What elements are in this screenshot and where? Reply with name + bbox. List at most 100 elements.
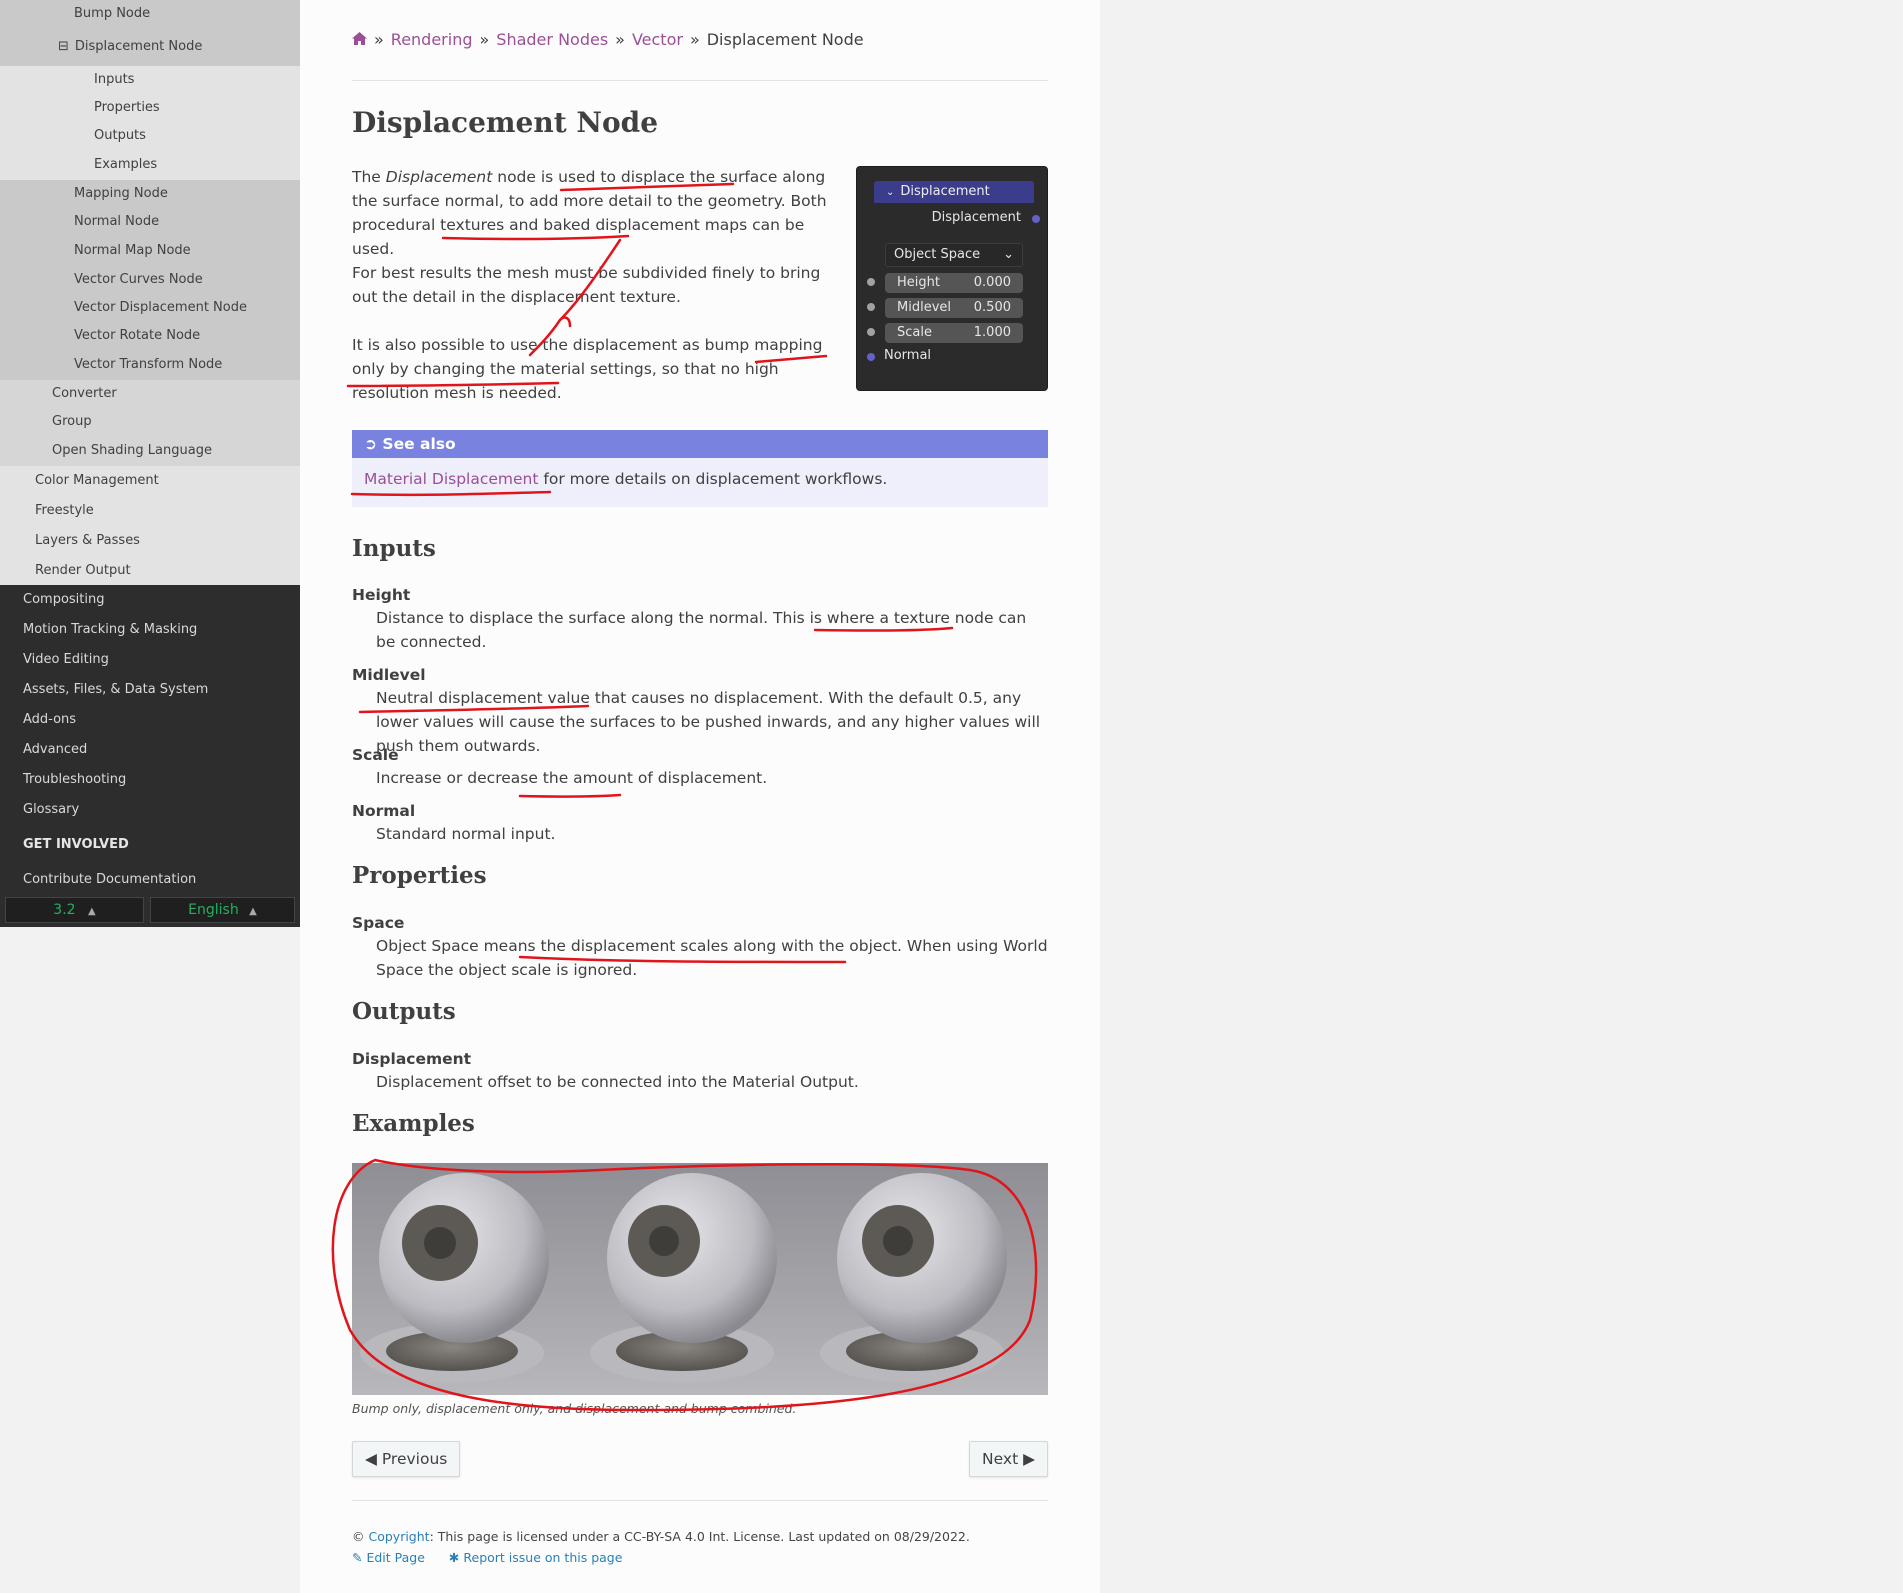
sidebar-item-label: Bump Node: [74, 6, 151, 21]
sidebar-item-label: Compositing: [23, 592, 105, 607]
sidebar-item-examples[interactable]: Examples: [0, 150, 300, 180]
midlevel-description: Neutral displacement value that causes n…: [376, 689, 1041, 755]
get-involved-heading: GET INVOLVED: [23, 837, 129, 852]
displacement-node-image: ⌄ Displacement Displacement Object Space ⌄…: [856, 166, 1048, 391]
sidebar-item-converter[interactable]: Converter: [0, 380, 300, 408]
sidebar-item-displacement-node[interactable]: ⊟ Displacement Node: [0, 28, 300, 66]
breadcrumb-shader-nodes[interactable]: Shader Nodes: [496, 30, 608, 49]
version-selector[interactable]: 3.2 ▲: [5, 897, 144, 923]
arrow-circle-right-icon: ➲: [364, 435, 377, 453]
breadcrumb-vector[interactable]: Vector: [632, 30, 683, 49]
sidebar-item-freestyle[interactable]: Freestyle: [0, 496, 300, 526]
footer-divider: [352, 1500, 1048, 1501]
sidebar-item-vector-rotate-node[interactable]: Vector Rotate Node: [0, 322, 300, 350]
height-term: Height: [352, 586, 411, 604]
main-content: » Rendering » Shader Nodes » Vector » Di…: [300, 0, 1100, 1593]
examples-render-image: [352, 1163, 1048, 1395]
sidebar-item-open-shading-language[interactable]: Open Shading Language: [0, 436, 300, 466]
displacement-term: Displacement: [352, 1050, 472, 1068]
sidebar-item-label: Video Editing: [23, 652, 109, 667]
breadcrumb-current: Displacement Node: [706, 30, 864, 49]
breadcrumb-separator: »: [615, 30, 625, 49]
sidebar-item-normal-map-node[interactable]: Normal Map Node: [0, 236, 300, 266]
displacement-description: Displacement offset to be connected into…: [376, 1073, 859, 1091]
normal-description: Standard normal input.: [376, 825, 556, 843]
sidebar-item-properties[interactable]: Properties: [0, 94, 300, 122]
sidebar-item-label: Normal Node: [74, 214, 160, 229]
sidebar-item-label: Advanced: [23, 742, 88, 757]
sidebar-item-vector-curves-node[interactable]: Vector Curves Node: [0, 266, 300, 294]
copyright-link[interactable]: Copyright: [368, 1529, 429, 1544]
sidebar-item-add-ons[interactable]: Add-ons: [0, 705, 300, 735]
footer-license: © Copyright: This page is licensed under…: [352, 1529, 970, 1544]
intro-paragraph-1: The Displacement node is used to displac…: [352, 168, 827, 258]
sidebar-nav: Bump Node ⊟ Displacement Node Inputs Propert…: [0, 0, 300, 927]
sidebar-item-label: Properties: [94, 100, 160, 115]
examples-heading: Examples: [352, 1110, 475, 1137]
caret-up-icon: ▲: [249, 906, 257, 917]
edit-page-link[interactable]: ✎ Edit Page: [352, 1550, 425, 1565]
scale-socket: [867, 328, 875, 336]
outputs-heading: Outputs: [352, 998, 456, 1025]
sidebar-item-label: Color Management: [35, 473, 159, 488]
sidebar-item-label: Vector Rotate Node: [74, 328, 201, 343]
figure-caption: Bump only, displacement only, and displa…: [352, 1401, 797, 1416]
edit-icon: ✎: [352, 1550, 363, 1565]
previous-button[interactable]: ◀ Previous: [352, 1441, 461, 1477]
sidebar-item-bump-node[interactable]: Bump Node: [0, 0, 300, 28]
sidebar-item-render-output[interactable]: Render Output: [0, 556, 300, 585]
intro-paragraph-2: For best results the mesh must be subdiv…: [352, 264, 821, 306]
page-title: Displacement Node: [352, 106, 659, 139]
sidebar-item-vector-transform-node[interactable]: Vector Transform Node: [0, 350, 300, 380]
see-also-box: ➲ See also Material Displacement for mor…: [352, 430, 1048, 507]
sidebar-item-label: Mapping Node: [74, 186, 168, 201]
spheres-illustration: [360, 1173, 1007, 1383]
breadcrumb: » Rendering » Shader Nodes » Vector » Di…: [352, 30, 864, 49]
language-selector[interactable]: English ▲: [150, 897, 295, 923]
sidebar-item-outputs[interactable]: Outputs: [0, 122, 300, 150]
properties-heading: Properties: [352, 862, 487, 889]
midlevel-term: Midlevel: [352, 666, 426, 684]
sidebar-item-label: Motion Tracking & Masking: [23, 622, 198, 637]
sidebar-item-troubleshooting[interactable]: Troubleshooting: [0, 765, 300, 795]
breadcrumb-rendering[interactable]: Rendering: [391, 30, 473, 49]
collapse-icon[interactable]: ⊟: [58, 39, 69, 54]
sidebar-item-mapping-node[interactable]: Mapping Node: [0, 180, 300, 208]
sidebar-item-label: Converter: [52, 386, 117, 401]
material-displacement-link[interactable]: Material Displacement: [364, 470, 538, 488]
sidebar-item-label: Add-ons: [23, 712, 77, 727]
breadcrumb-separator: »: [689, 30, 700, 49]
sidebar-item-assets-files-data-system[interactable]: Assets, Files, & Data System: [0, 675, 300, 705]
node-output-label: Displacement: [931, 210, 1021, 225]
sidebar-item-label: Troubleshooting: [23, 772, 127, 787]
sidebar-item-glossary[interactable]: Glossary: [0, 795, 300, 825]
breadcrumb-separator: »: [374, 30, 384, 49]
space-term: Space: [352, 914, 405, 932]
sidebar-item-normal-node[interactable]: Normal Node: [0, 208, 300, 236]
caret-up-icon: ▲: [88, 906, 96, 917]
inputs-heading: Inputs: [352, 535, 436, 562]
sidebar-item-label: Glossary: [23, 802, 80, 817]
report-issue-link[interactable]: ✱ Report issue on this page: [449, 1550, 623, 1565]
sidebar-item-compositing[interactable]: Compositing: [0, 585, 300, 615]
next-button[interactable]: Next ▶: [969, 1441, 1048, 1477]
sidebar-item-inputs[interactable]: Inputs: [0, 66, 300, 94]
home-icon[interactable]: [352, 30, 367, 49]
chevron-down-icon: ⌄: [886, 187, 895, 198]
arrow-circle-right-icon: ▶: [1023, 1450, 1035, 1468]
sidebar-item-label: Freestyle: [35, 503, 94, 518]
sidebar-item-motion-tracking-masking[interactable]: Motion Tracking & Masking: [0, 615, 300, 645]
scale-description: Increase or decrease the amount of displ…: [376, 769, 768, 787]
scale-term: Scale: [352, 746, 399, 764]
sidebar-item-advanced[interactable]: Advanced: [0, 735, 300, 765]
sidebar-item-color-management[interactable]: Color Management: [0, 466, 300, 496]
sidebar-item-layers-passes[interactable]: Layers & Passes: [0, 526, 300, 556]
sidebar-item-vector-displacement-node[interactable]: Vector Displacement Node: [0, 294, 300, 322]
sidebar-item-group[interactable]: Group: [0, 408, 300, 436]
sidebar-item-label: Group: [52, 414, 92, 429]
sidebar-item-contribute[interactable]: Contribute Documentation: [0, 865, 300, 895]
language-label: English: [188, 902, 239, 918]
top-divider: [352, 80, 1048, 81]
bug-icon: ✱: [448, 1550, 460, 1565]
sidebar-item-video-editing[interactable]: Video Editing: [0, 645, 300, 675]
